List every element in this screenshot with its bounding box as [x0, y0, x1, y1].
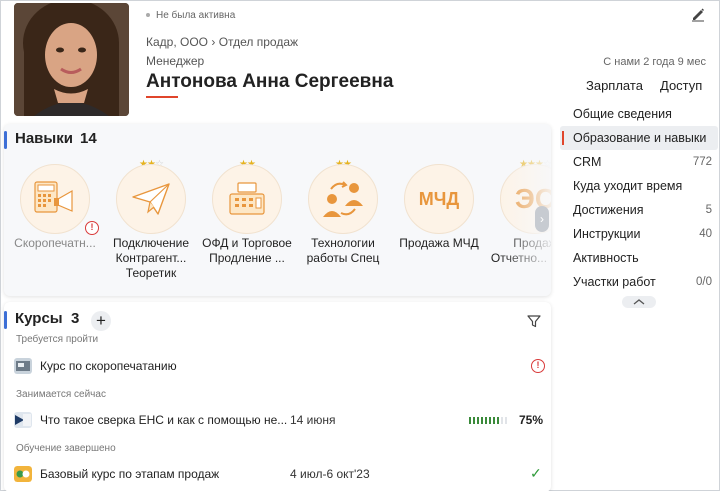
org-link[interactable]: Кадр, ООО [146, 35, 208, 49]
course-thumbnail [14, 412, 32, 428]
scroll-right-button[interactable]: › [535, 206, 549, 232]
skill-label: Скоропечатн... [14, 236, 96, 250]
skills-card: Навыки 14 ! Скоропечатн... ★★☆ Подключен… [4, 124, 551, 296]
nav-label: Активность [573, 251, 639, 265]
progress-segment [489, 417, 491, 424]
progress-segment [493, 417, 495, 424]
nav-item-activity[interactable]: Активность [560, 246, 718, 270]
chevron-up-icon [633, 299, 645, 305]
nav-label: Инструкции [573, 227, 641, 241]
nav-count: 0/0 [696, 276, 712, 288]
breadcrumb: Кадр, ООО › Отдел продаж [146, 35, 298, 49]
skill-label: Продажа МЧД [399, 236, 479, 250]
skill-icon-circle: МЧД [404, 164, 474, 234]
skill-icon-circle [20, 164, 90, 234]
nav-label: Общие сведения [573, 107, 672, 121]
course-date: 4 июл-6 окт'23 [290, 467, 370, 481]
course-title: Что такое сверка ЕНС и как с помощью не.… [40, 413, 288, 427]
nav-label: Куда уходит время [573, 179, 683, 193]
nav-label: CRM [573, 155, 602, 169]
nav-label: Образование и навыки [573, 131, 707, 145]
course-row[interactable]: Курс по скоропечатанию ! [14, 356, 545, 376]
nav-item-work-areas[interactable]: Участки работ 0/0 [560, 270, 718, 294]
salary-link[interactable]: Зарплата [586, 78, 643, 93]
chevron-right-icon: › [211, 35, 216, 49]
status-dot [146, 13, 150, 18]
course-percent: 75% [519, 413, 544, 427]
progress-segment [501, 417, 503, 424]
skills-count: 14 [80, 130, 97, 147]
edit-icon[interactable] [690, 6, 706, 22]
section-header-in-progress: Занимается сейчас [16, 389, 106, 400]
course-thumbnail [14, 466, 32, 482]
nav-item-crm[interactable]: CRM 772 [560, 150, 718, 174]
printer-megaphone-icon [34, 181, 73, 213]
access-link[interactable]: Доступ [660, 78, 702, 93]
section-header-required: Требуется пройти [16, 334, 99, 345]
skill-icon-circle [116, 164, 186, 234]
nav-count: 5 [705, 204, 712, 216]
section-header-completed: Обучение завершено [16, 443, 116, 454]
course-thumbnail [14, 358, 32, 374]
title-underline [146, 96, 178, 98]
section-marker [4, 311, 7, 329]
course-title: Базовый курс по этапам продаж [40, 467, 220, 481]
section-marker [4, 131, 7, 149]
profile-nav: Общие сведения Образование и навыки CRM 7… [560, 102, 718, 294]
avatar[interactable] [14, 3, 129, 116]
progress-segment [469, 417, 471, 424]
paper-plane-icon [132, 183, 170, 215]
tenure-text: С нами 2 года 9 мес [603, 56, 706, 68]
progress-segment [505, 417, 507, 424]
progress-segment [473, 417, 475, 424]
skill-label: Технологии работы Спец [306, 236, 380, 265]
progress-segment [477, 417, 479, 424]
skill-icon-circle [308, 164, 378, 234]
courses-title: Курсы [15, 310, 63, 327]
warning-icon: ! [85, 221, 99, 235]
nav-item-time[interactable]: Куда уходит время [560, 174, 718, 198]
warning-icon: ! [531, 359, 545, 373]
department-link[interactable]: Отдел продаж [219, 35, 298, 49]
skill-icon-circle [212, 164, 282, 234]
job-position: Менеджер [146, 54, 205, 68]
nav-item-general[interactable]: Общие сведения [560, 102, 718, 126]
progress-segment [481, 417, 483, 424]
course-row[interactable]: Что такое сверка ЕНС и как с помощью не.… [14, 410, 544, 430]
nav-label: Участки работ [573, 275, 656, 289]
progress-segment [497, 417, 499, 424]
courses-count: 3 [71, 310, 80, 327]
course-title: Курс по скоропечатанию [40, 359, 177, 373]
nav-count: 40 [699, 228, 712, 240]
nav-label: Достижения [573, 203, 644, 217]
nav-item-achievements[interactable]: Достижения 5 [560, 198, 718, 222]
nav-count: 772 [692, 156, 712, 168]
people-exchange-icon [323, 181, 363, 217]
add-course-button[interactable]: + [91, 311, 111, 331]
page-title: Антонова Анна Сергеевна [146, 71, 394, 92]
mchd-icon: МЧД [418, 188, 460, 209]
course-date: 14 июня [290, 413, 336, 427]
progress-segment [485, 417, 487, 424]
cash-register-icon [229, 182, 265, 215]
filter-icon[interactable] [527, 314, 541, 328]
course-progress-bar [469, 417, 507, 424]
skill-label: ОФД и Торговое Продление ... [202, 236, 292, 265]
courses-card: Курсы 3 + Требуется пройти Курс по скоро… [4, 302, 551, 491]
skill-label: Продаж Отчетно... Спец [490, 236, 551, 265]
nav-item-education[interactable]: Образование и навыки [560, 126, 718, 150]
nav-collapse-button[interactable] [622, 296, 656, 308]
activity-status: Не была активна [146, 10, 235, 21]
status-text: Не была активна [156, 10, 236, 21]
skill-label: Подключение Контрагент... Теоретик [112, 236, 190, 280]
nav-item-instructions[interactable]: Инструкции 40 [560, 222, 718, 246]
chevron-right-icon: › [540, 212, 544, 226]
check-icon: ✓ [530, 465, 542, 481]
skills-title: Навыки [15, 130, 73, 147]
course-row[interactable]: Базовый курс по этапам продаж 4 июл-6 ок… [14, 464, 544, 484]
